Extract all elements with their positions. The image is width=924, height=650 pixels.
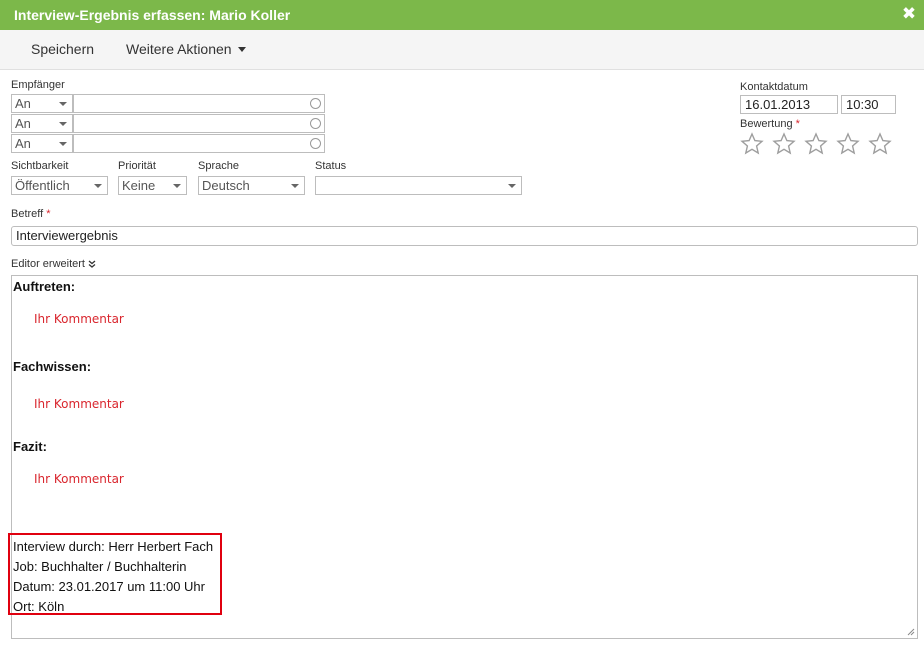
star-outline-icon[interactable] [804,132,828,156]
visibility-select[interactable]: Öffentlich [11,176,108,195]
subject-label: Betreff * [11,208,51,220]
contact-date-value: 16.01.2013 [745,97,811,112]
resize-grip-icon[interactable] [907,628,915,636]
rating-label-text: Bewertung [740,118,793,130]
section-comment: Ihr Kommentar [34,397,124,411]
recipient-type-select-3[interactable]: An [11,134,73,153]
visibility-value: Öffentlich [15,178,70,193]
section-comment: Ihr Kommentar [34,472,124,486]
contact-date-input[interactable]: 16.01.2013 [740,95,838,114]
section-heading: Fachwissen: [13,359,92,374]
priority-label: Priorität [118,160,156,172]
chevron-down-icon [94,184,102,188]
circle-lookup-icon[interactable] [310,118,321,129]
recipient-type-select-1[interactable]: An [11,94,73,113]
editor-toggle-label: Editor erweitert [11,258,85,270]
priority-select[interactable]: Keine [118,176,187,195]
more-actions-label: Weitere Aktionen [126,41,232,57]
save-button[interactable]: Speichern [31,41,94,57]
window-title: Interview-Ergebnis erfassen: Mario Kolle… [14,7,291,23]
star-outline-icon[interactable] [868,132,892,156]
section-comment: Ihr Kommentar [34,312,124,326]
status-label: Status [315,160,347,172]
highlight-box [8,533,222,615]
rating-label: Bewertung * [740,118,800,130]
required-mark: * [795,118,800,130]
chevron-down-icon [173,184,181,188]
recipients-label: Empfänger [11,79,65,91]
contact-time-value: 10:30 [846,97,879,112]
recipient-type-value: An [15,116,31,131]
close-icon[interactable]: ✖ [900,5,918,23]
title-bar: Interview-Ergebnis erfassen: Mario Kolle… [0,0,924,30]
chevron-down-icon [508,184,516,188]
circle-lookup-icon[interactable] [310,138,321,149]
star-outline-icon[interactable] [836,132,860,156]
recipient-type-value: An [15,96,31,111]
more-actions-button[interactable]: Weitere Aktionen [126,41,246,57]
visibility-label: Sichtbarkeit [11,160,69,172]
recipient-type-select-2[interactable]: An [11,114,73,133]
chevron-down-icon [59,102,67,106]
toolbar: Speichern Weitere Aktionen [0,30,924,70]
star-outline-icon[interactable] [772,132,796,156]
status-select[interactable] [315,176,522,195]
chevron-down-icon [59,142,67,146]
chevron-down-icon [59,122,67,126]
editor-expand-toggle[interactable]: Editor erweitert [11,258,96,270]
chevron-down-icon [291,184,299,188]
star-outline-icon[interactable] [740,132,764,156]
circle-lookup-icon[interactable] [310,98,321,109]
language-select[interactable]: Deutsch [198,176,305,195]
required-mark: * [46,208,51,220]
contact-time-input[interactable]: 10:30 [841,95,896,114]
recipient-input-2[interactable] [73,114,325,133]
section-heading: Fazit: [13,439,47,454]
subject-value: Interviewergebnis [16,228,118,243]
double-chevron-down-icon [88,260,96,268]
recipient-type-value: An [15,136,31,151]
contact-date-label: Kontaktdatum [740,81,808,93]
subject-label-text: Betreff [11,208,44,220]
language-value: Deutsch [202,178,250,193]
subject-input[interactable]: Interviewergebnis [11,226,918,246]
recipient-input-1[interactable] [73,94,325,113]
priority-value: Keine [122,178,156,193]
section-heading: Auftreten: [13,279,76,294]
recipient-input-3[interactable] [73,134,325,153]
language-label: Sprache [198,160,239,172]
caret-down-icon [237,46,246,52]
